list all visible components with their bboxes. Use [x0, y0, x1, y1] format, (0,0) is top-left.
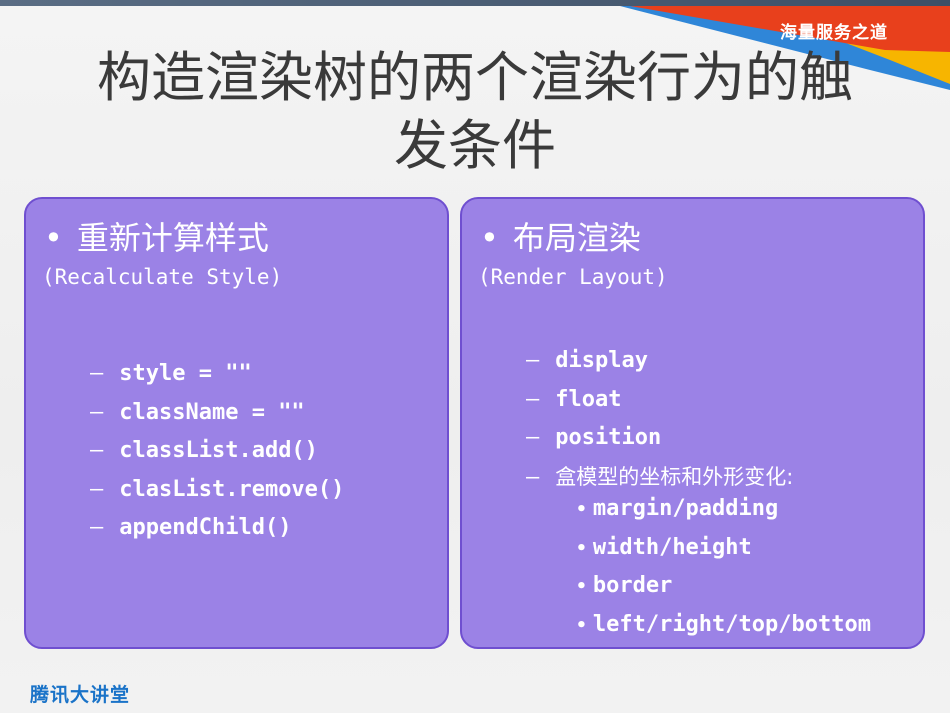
list-item-text: float [555, 386, 622, 412]
sub-bullet-icon: • [576, 614, 587, 636]
list-item-text: clasList.remove() [119, 476, 345, 502]
card-heading-text: 布局渲染 [512, 219, 641, 257]
list-item: – className = "" [90, 394, 344, 433]
dash-icon: – [526, 386, 540, 412]
sub-list-item: • left/right/top/bottom [576, 606, 871, 645]
bullet-icon: • [480, 219, 499, 257]
list-item-text: classList.add() [119, 438, 318, 463]
dash-icon: – [90, 399, 104, 425]
sub-list-item: • width/height [576, 529, 871, 568]
footer-logo: 腾讯大讲堂 [30, 684, 131, 706]
slide-title-line-1: 构造渲染树的两个渲染行为的触 [97, 46, 853, 109]
dash-icon: – [526, 348, 540, 373]
card-subheading: (Render Layout) [478, 265, 668, 289]
sub-list-item-text: width/height [592, 534, 752, 560]
sub-list-item: • border [576, 567, 871, 606]
sub-list-item-text: left/right/top/bottom [592, 611, 871, 637]
list-item: – position [526, 419, 793, 458]
sub-bullet-icon: • [576, 576, 587, 597]
list-item: – classList.add() [90, 432, 344, 471]
dash-icon: – [526, 464, 540, 490]
card-subheading: (Recalculate Style) [42, 265, 283, 289]
sub-list-item-text: border [592, 573, 673, 598]
dash-icon: – [526, 425, 540, 450]
brand-slogan: 海量服务之道 [780, 23, 888, 43]
card-heading-text: 重新计算样式 [76, 219, 269, 257]
sub-bullet-icon: • [576, 499, 587, 520]
sub-list-item-text: margin/padding [592, 496, 779, 521]
recalculate-style-card: • 重新计算样式 (Recalculate Style) – style = "" … [24, 197, 449, 649]
dash-icon: – [90, 476, 104, 502]
dash-icon: – [90, 438, 104, 463]
sub-bullet-icon: • [576, 537, 587, 559]
slide-title-line-2: 发条件 [394, 114, 556, 177]
render-layout-card: • 布局渲染 (Render Layout) – display – float – p… [460, 197, 925, 649]
bullet-icon: • [44, 219, 63, 257]
list-item: – float [526, 381, 793, 420]
list-item-text: style = "" [119, 361, 252, 386]
slide-title: 构造渲染树的两个渲染行为的触 发条件 [40, 44, 910, 180]
trigger-list: – style = "" – className = "" – classList.a… [90, 355, 344, 548]
card-heading: • 布局渲染 [480, 213, 641, 259]
list-item-text: appendChild() [119, 515, 292, 540]
list-item-text: position [555, 425, 662, 450]
dash-icon: – [90, 361, 104, 386]
list-item: – display [526, 342, 793, 381]
list-item-text: className = "" [119, 399, 305, 425]
list-item-text: 盒模型的坐标和外形变化: [555, 464, 794, 489]
sub-list-item: • margin/padding [576, 490, 871, 529]
trigger-list: – display – float – position – 盒模型的坐标和外形变化: [526, 342, 793, 496]
list-item: – appendChild() [90, 509, 344, 548]
box-model-sublist: • margin/padding • width/height • border • l… [576, 490, 871, 644]
list-item-text: display [555, 348, 648, 373]
dash-icon: – [90, 515, 104, 540]
list-item: – style = "" [90, 355, 344, 394]
card-heading: • 重新计算样式 [44, 213, 269, 259]
list-item: – clasList.remove() [90, 471, 344, 510]
